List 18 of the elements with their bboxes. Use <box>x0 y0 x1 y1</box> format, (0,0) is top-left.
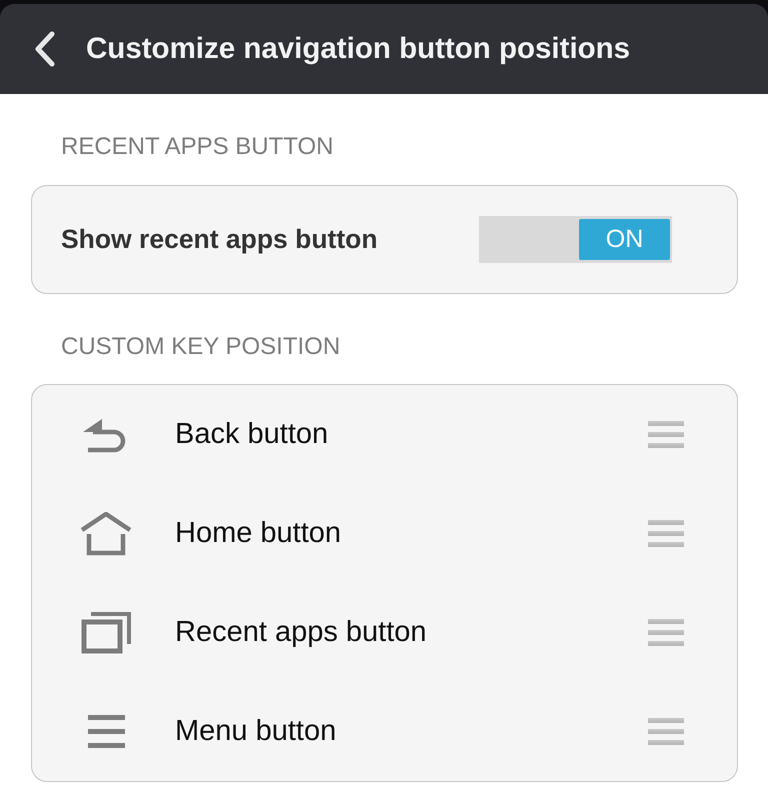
key-label: Recent apps button <box>175 616 428 649</box>
overlapping-squares-icon <box>81 612 131 654</box>
home-icon <box>80 512 132 556</box>
drag-handle-icon[interactable] <box>648 718 684 745</box>
key-label: Menu button <box>175 715 338 748</box>
section-heading: RECENT APPS BUTTON <box>61 132 335 162</box>
toggle-switch[interactable]: ON <box>479 216 672 263</box>
section-heading: CUSTOM KEY POSITION <box>61 332 342 362</box>
drag-handle-icon[interactable] <box>648 421 684 448</box>
setting-label: Show recent apps button <box>61 224 378 255</box>
key-label: Home button <box>175 517 342 550</box>
drag-handle-icon[interactable] <box>648 619 684 646</box>
key-label: Back button <box>175 418 330 451</box>
chevron-left-icon <box>33 31 55 67</box>
toggle-thumb: ON <box>579 219 670 260</box>
drag-handle-icon[interactable] <box>648 520 684 547</box>
menu-icon <box>86 714 126 748</box>
screen-title: Customize navigation button positions <box>86 32 630 66</box>
